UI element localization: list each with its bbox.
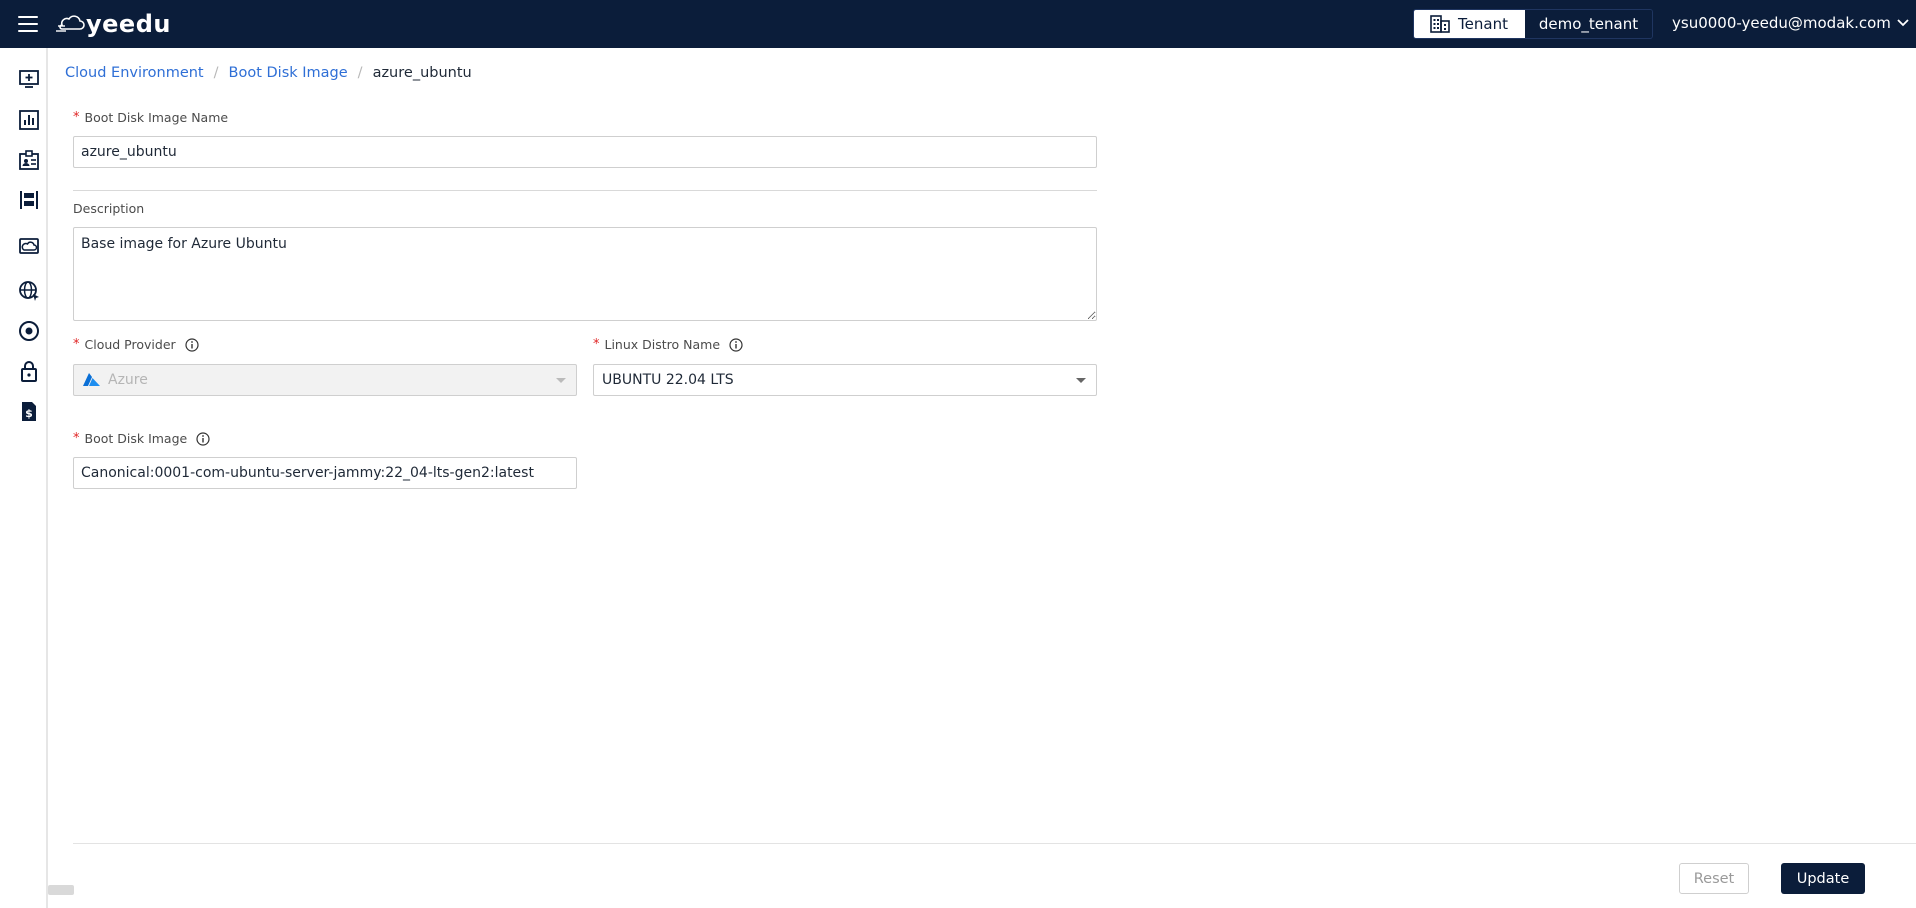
id-card-icon[interactable]: [18, 149, 40, 171]
required-asterisk: *: [593, 337, 600, 352]
chevron-down-icon: [1897, 19, 1909, 27]
sidebar-scroll-handle[interactable]: [48, 885, 74, 895]
cloud-provider-select: Azure: [73, 364, 577, 396]
tenant-value[interactable]: demo_tenant: [1524, 10, 1652, 38]
sidebar: $: [0, 48, 48, 908]
tenant-selector[interactable]: Tenant demo_tenant: [1413, 9, 1653, 39]
user-email: ysu0000-yeedu@modak.com: [1672, 14, 1891, 32]
cloud-provider-label: * Cloud Provider: [73, 337, 199, 352]
building-icon: [1430, 15, 1450, 33]
workspace-icon[interactable]: [18, 189, 40, 211]
footer-divider: [73, 843, 1916, 844]
disc-icon[interactable]: [18, 320, 40, 342]
tenant-button[interactable]: Tenant: [1414, 10, 1524, 38]
chevron-down-icon: [1076, 378, 1086, 383]
boot-disk-image-input[interactable]: [73, 457, 577, 489]
info-icon[interactable]: [185, 337, 199, 352]
boot-disk-image-name-input[interactable]: [73, 136, 1097, 168]
logo-text: yeedu: [86, 10, 171, 38]
boot-disk-image-name-label: * Boot Disk Image Name: [73, 110, 229, 125]
description-label: Description: [73, 201, 145, 216]
breadcrumb-cloud-environment[interactable]: Cloud Environment: [65, 65, 204, 81]
cloud-drive-icon[interactable]: [18, 235, 40, 257]
hamburger-menu-icon[interactable]: [18, 16, 38, 32]
info-icon[interactable]: [196, 431, 210, 446]
section-divider: [73, 190, 1097, 191]
top-bar: yeedu Tenant demo_tenant ysu0000-yeedu@m…: [0, 0, 1916, 48]
linux-distro-value: UBUNTU 22.04 LTS: [602, 372, 734, 388]
required-asterisk: *: [73, 431, 80, 446]
reset-button[interactable]: Reset: [1679, 863, 1749, 894]
logo-cloud-icon: [56, 15, 85, 32]
breadcrumb-current: azure_ubuntu: [372, 65, 472, 81]
required-asterisk: *: [73, 337, 80, 352]
info-icon[interactable]: [729, 337, 743, 352]
linux-distro-label: * Linux Distro Name: [593, 337, 743, 352]
tenant-label: Tenant: [1458, 15, 1508, 33]
app-logo[interactable]: yeedu: [56, 8, 171, 40]
boot-disk-image-label: * Boot Disk Image: [73, 431, 210, 446]
azure-icon: [83, 373, 100, 386]
breadcrumb-separator: /: [357, 65, 363, 81]
linux-distro-select[interactable]: UBUNTU 22.04 LTS: [593, 364, 1097, 396]
lock-icon[interactable]: [18, 360, 40, 382]
svg-text:$: $: [25, 407, 33, 420]
cloud-provider-value: Azure: [108, 372, 148, 388]
description-textarea[interactable]: Base image for Azure Ubuntu: [73, 227, 1097, 321]
billing-icon[interactable]: $: [18, 400, 40, 422]
globe-icon[interactable]: [18, 280, 40, 302]
bar-chart-icon[interactable]: [18, 109, 40, 131]
required-asterisk: *: [73, 110, 80, 125]
breadcrumb: Cloud Environment / Boot Disk Image / az…: [65, 65, 472, 81]
breadcrumb-separator: /: [213, 65, 219, 81]
chevron-down-icon: [556, 378, 566, 383]
breadcrumb-boot-disk-image[interactable]: Boot Disk Image: [229, 65, 348, 81]
user-menu[interactable]: ysu0000-yeedu@modak.com: [1672, 14, 1909, 32]
add-screen-icon[interactable]: [18, 68, 40, 90]
update-button[interactable]: Update: [1781, 863, 1865, 894]
